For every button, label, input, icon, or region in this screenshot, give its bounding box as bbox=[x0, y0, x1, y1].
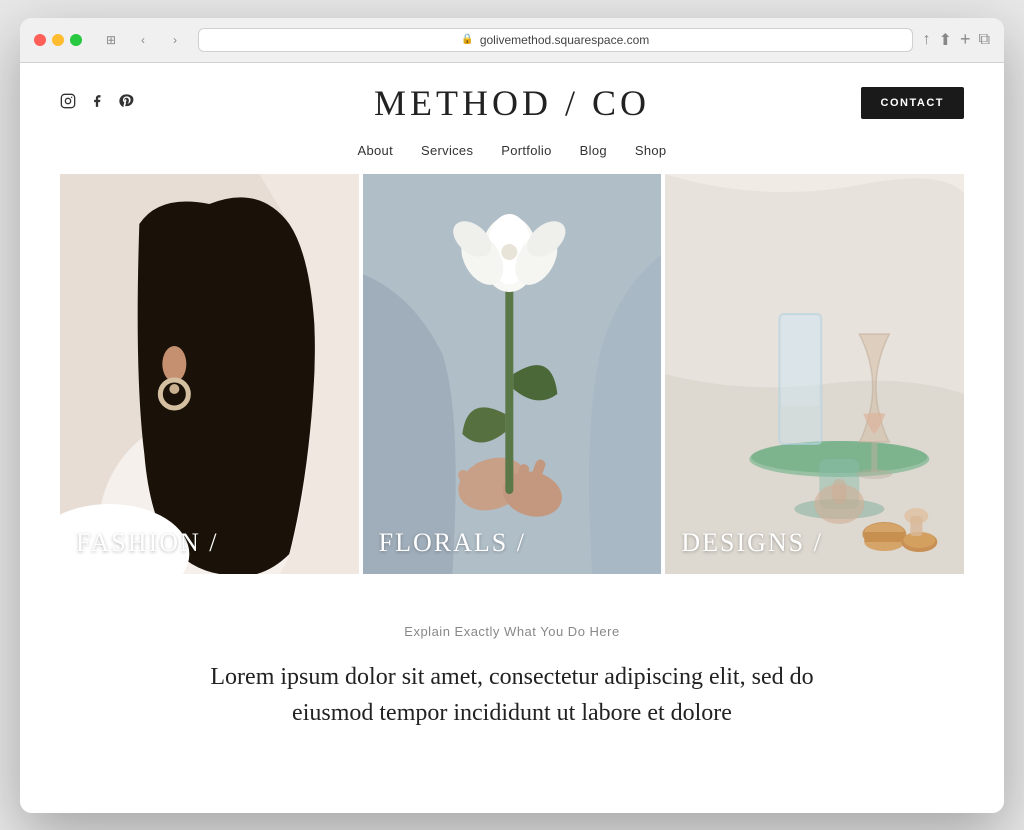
designs-image bbox=[665, 174, 964, 574]
reload-button[interactable]: ↑ bbox=[923, 31, 931, 49]
tabs-button[interactable]: ⧉ bbox=[979, 31, 990, 49]
browser-window: ⊞ ‹ › 🔒 golivemethod.squarespace.com ↑ ⬆… bbox=[20, 18, 1004, 813]
browser-chrome: ⊞ ‹ › 🔒 golivemethod.squarespace.com ↑ ⬆… bbox=[20, 18, 1004, 63]
sidebar-toggle[interactable]: ⊞ bbox=[98, 30, 124, 50]
nav-about[interactable]: About bbox=[358, 143, 393, 158]
nav-blog[interactable]: Blog bbox=[580, 143, 607, 158]
share-button[interactable]: ⬆ bbox=[939, 30, 952, 50]
fashion-image bbox=[60, 174, 359, 574]
florals-image bbox=[363, 174, 662, 574]
website-content: METHOD / CO CONTACT About Services Portf… bbox=[20, 63, 1004, 813]
browser-actions: ↑ ⬆ + ⧉ bbox=[923, 29, 990, 50]
logo-text: METHOD / CO bbox=[374, 82, 650, 124]
minimize-button[interactable] bbox=[52, 34, 64, 46]
forward-button[interactable]: › bbox=[162, 30, 188, 50]
back-button[interactable]: ‹ bbox=[130, 30, 156, 50]
url-text: golivemethod.squarespace.com bbox=[480, 33, 649, 47]
fashion-label: FASHION / bbox=[76, 528, 218, 558]
new-tab-button[interactable]: + bbox=[960, 29, 971, 50]
site-header: METHOD / CO CONTACT bbox=[20, 63, 1004, 135]
subtitle: Explain Exactly What You Do Here bbox=[60, 624, 964, 639]
facebook-icon[interactable] bbox=[90, 93, 104, 112]
text-section: Explain Exactly What You Do Here Lorem i… bbox=[20, 574, 1004, 761]
lock-icon: 🔒 bbox=[461, 34, 473, 45]
nav-shop[interactable]: Shop bbox=[635, 143, 667, 158]
nav-portfolio[interactable]: Portfolio bbox=[501, 143, 551, 158]
body-text: Lorem ipsum dolor sit amet, consectetur … bbox=[192, 659, 832, 731]
traffic-lights bbox=[34, 34, 82, 46]
grid-item-florals[interactable]: FLORALS / bbox=[363, 174, 662, 574]
designs-label: DESIGNS / bbox=[681, 528, 823, 558]
url-bar[interactable]: 🔒 golivemethod.squarespace.com bbox=[198, 28, 913, 52]
site-navigation: About Services Portfolio Blog Shop bbox=[20, 135, 1004, 174]
image-grid: FASHION / bbox=[20, 174, 1004, 574]
close-button[interactable] bbox=[34, 34, 46, 46]
nav-services[interactable]: Services bbox=[421, 143, 473, 158]
social-icons bbox=[60, 93, 134, 112]
maximize-button[interactable] bbox=[70, 34, 82, 46]
site-logo[interactable]: METHOD / CO bbox=[374, 82, 650, 124]
instagram-icon[interactable] bbox=[60, 93, 76, 112]
browser-nav: ⊞ ‹ › bbox=[98, 30, 188, 50]
grid-item-designs[interactable]: DESIGNS / bbox=[665, 174, 964, 574]
contact-button[interactable]: CONTACT bbox=[861, 87, 964, 119]
pinterest-icon[interactable] bbox=[118, 93, 134, 112]
florals-label: FLORALS / bbox=[379, 528, 526, 558]
grid-item-fashion[interactable]: FASHION / bbox=[60, 174, 359, 574]
